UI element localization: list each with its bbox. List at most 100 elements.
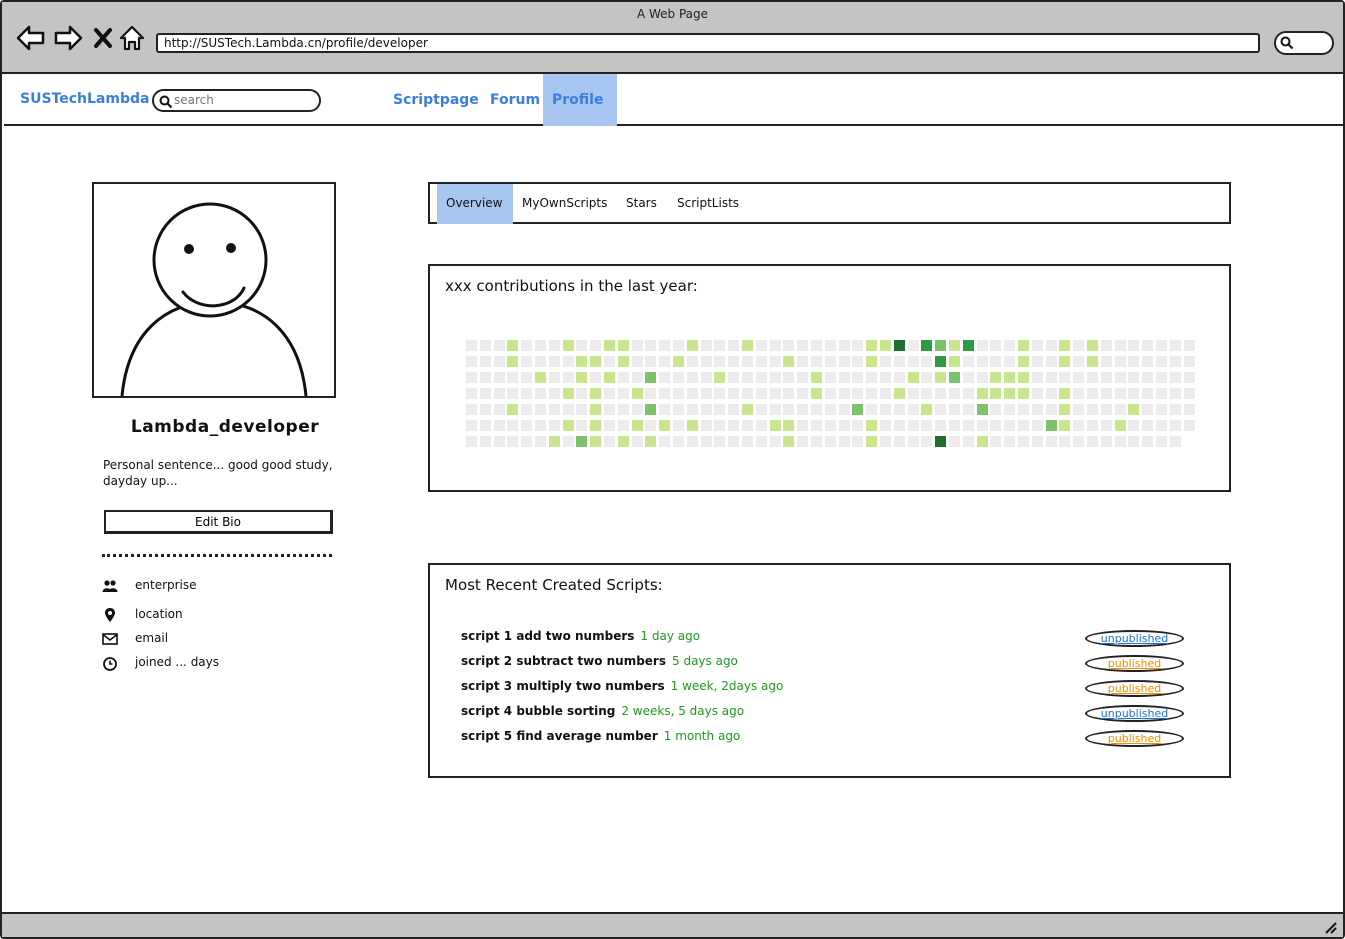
close-x-icon[interactable] bbox=[92, 24, 114, 52]
contribution-cell bbox=[976, 372, 988, 383]
contribution-cell bbox=[1018, 420, 1029, 431]
tab-overview[interactable]: Overview bbox=[437, 184, 513, 224]
nav-scriptpage[interactable]: Scriptpage bbox=[384, 74, 488, 126]
script-name[interactable]: script 2 subtract two numbers bbox=[461, 654, 666, 668]
contribution-cell bbox=[783, 436, 795, 447]
resize-grip-icon[interactable] bbox=[1323, 920, 1337, 934]
contribution-cell bbox=[548, 420, 560, 431]
profile-tabs: Overview MyOwnScripts Stars ScriptLists bbox=[428, 182, 1231, 224]
clock-icon bbox=[103, 657, 117, 671]
contribution-cell bbox=[880, 436, 891, 447]
contribution-cell bbox=[921, 388, 933, 399]
script-row[interactable]: script 2 subtract two numbers 5 days ago bbox=[461, 654, 738, 672]
url-bar[interactable]: http://SUSTech.Lambda.cn/profile/develop… bbox=[156, 33, 1260, 53]
contribution-cell bbox=[1059, 436, 1071, 447]
contribution-cell bbox=[742, 372, 753, 383]
tab-myownscripts[interactable]: MyOwnScripts bbox=[513, 184, 616, 224]
contribution-cell bbox=[838, 404, 850, 415]
recent-scripts-panel: Most Recent Created Scripts: script 1 ad… bbox=[428, 563, 1231, 778]
contribution-cell bbox=[700, 388, 712, 399]
contribution-cell bbox=[1142, 420, 1154, 431]
contribution-cell bbox=[576, 436, 588, 447]
contribution-cell bbox=[824, 388, 836, 399]
script-name[interactable]: script 5 find average number bbox=[461, 729, 658, 743]
home-icon[interactable] bbox=[118, 24, 146, 52]
contribution-cell bbox=[604, 340, 615, 351]
status-badge[interactable]: unpublished bbox=[1085, 705, 1184, 722]
contribution-cell bbox=[1183, 388, 1195, 399]
contribution-cell bbox=[548, 388, 560, 399]
contribution-cell bbox=[921, 372, 933, 383]
contribution-cell bbox=[824, 340, 836, 351]
contribution-cell bbox=[562, 388, 574, 399]
contribution-cell bbox=[617, 340, 629, 351]
tab-stars[interactable]: Stars bbox=[617, 184, 666, 224]
contribution-cell bbox=[659, 340, 671, 351]
contribution-cell bbox=[1087, 420, 1098, 431]
contribution-cell bbox=[769, 420, 781, 431]
contribution-cell bbox=[673, 420, 684, 431]
nav-forum[interactable]: Forum bbox=[481, 74, 549, 126]
contribution-cell bbox=[1156, 388, 1167, 399]
contribution-cell bbox=[521, 388, 533, 399]
script-row[interactable]: script 5 find average number 1 month ago bbox=[461, 729, 740, 747]
brand-logo[interactable]: SUSTechLambda bbox=[20, 91, 149, 107]
search-input[interactable] bbox=[174, 92, 314, 108]
contribution-cell bbox=[1087, 372, 1098, 383]
contribution-cell bbox=[1183, 340, 1195, 351]
contribution-cell bbox=[811, 340, 822, 351]
forward-arrow-icon[interactable] bbox=[53, 24, 83, 52]
back-arrow-icon[interactable] bbox=[16, 24, 46, 52]
contribution-cell bbox=[838, 356, 850, 367]
status-badge[interactable]: unpublished bbox=[1085, 630, 1184, 647]
contribution-cell bbox=[631, 356, 643, 367]
contribution-cell bbox=[935, 388, 947, 399]
app-search-box[interactable] bbox=[152, 89, 321, 112]
contribution-cell bbox=[1018, 436, 1029, 447]
tab-scriptlists[interactable]: ScriptLists bbox=[668, 184, 748, 224]
contribution-cell bbox=[797, 372, 809, 383]
contribution-cell bbox=[1004, 372, 1016, 383]
status-badge[interactable]: published bbox=[1085, 655, 1184, 672]
script-row[interactable]: script 1 add two numbers 1 day ago bbox=[461, 629, 700, 647]
contribution-cell bbox=[714, 436, 726, 447]
app-navbar: SUSTechLambda Scriptpage Forum Profile bbox=[4, 74, 1343, 126]
script-name[interactable]: script 4 bubble sorting bbox=[461, 704, 615, 718]
contribution-cell bbox=[1142, 388, 1154, 399]
contribution-cell bbox=[811, 404, 822, 415]
script-name[interactable]: script 3 multiply two numbers bbox=[461, 679, 665, 693]
contribution-cell bbox=[797, 356, 809, 367]
status-badge[interactable]: published bbox=[1085, 730, 1184, 747]
contribution-cell bbox=[700, 356, 712, 367]
contribution-cell bbox=[521, 420, 533, 431]
contribution-cell bbox=[548, 436, 560, 447]
browser-search-field[interactable] bbox=[1274, 31, 1334, 55]
script-name[interactable]: script 1 add two numbers bbox=[461, 629, 634, 643]
contribution-cell bbox=[576, 340, 588, 351]
script-row[interactable]: script 3 multiply two numbers 1 week, 2da… bbox=[461, 679, 783, 697]
contribution-cell bbox=[493, 420, 505, 431]
contribution-cell bbox=[1128, 356, 1140, 367]
contribution-cell bbox=[949, 340, 960, 351]
contribution-cell bbox=[1073, 340, 1085, 351]
contribution-cell bbox=[617, 356, 629, 367]
nav-profile[interactable]: Profile bbox=[543, 74, 617, 126]
contribution-cell bbox=[700, 436, 712, 447]
contribution-cell bbox=[535, 420, 546, 431]
window-title: A Web Page bbox=[636, 7, 709, 21]
contribution-cell bbox=[617, 436, 629, 447]
status-badge[interactable]: published bbox=[1085, 680, 1184, 697]
contribution-cell bbox=[686, 340, 698, 351]
script-row[interactable]: script 4 bubble sorting 2 weeks, 5 days a… bbox=[461, 704, 744, 722]
contribution-cell bbox=[811, 436, 822, 447]
search-icon bbox=[1280, 36, 1294, 50]
contribution-cell bbox=[1156, 372, 1167, 383]
contribution-cell bbox=[1128, 340, 1140, 351]
contribution-cell bbox=[590, 372, 602, 383]
contribution-cell bbox=[783, 356, 795, 367]
contribution-cell bbox=[1045, 356, 1057, 367]
contribution-cell bbox=[645, 404, 657, 415]
contribution-cell bbox=[783, 404, 795, 415]
edit-bio-button[interactable]: Edit Bio bbox=[104, 510, 333, 534]
contribution-cell bbox=[962, 420, 974, 431]
